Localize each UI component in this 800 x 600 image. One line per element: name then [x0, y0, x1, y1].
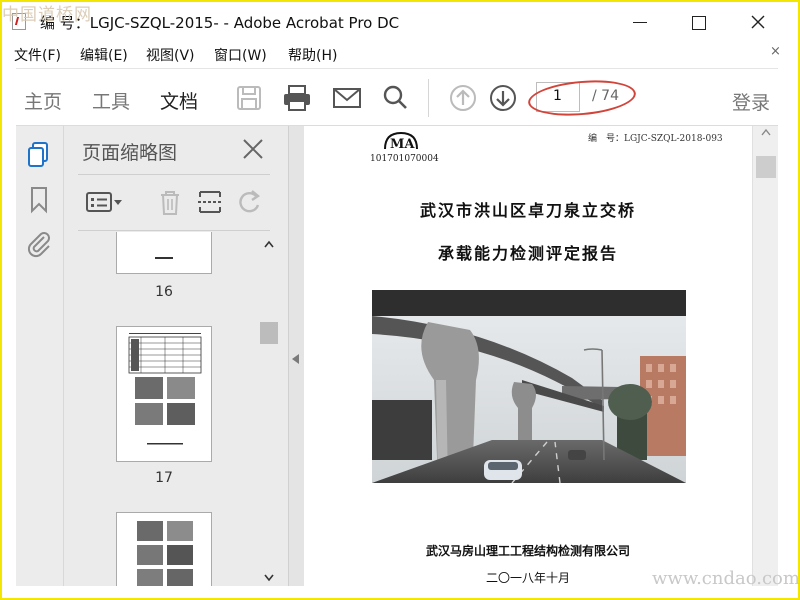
panel-splitter[interactable] — [288, 126, 304, 586]
seal-number: 101701070004 — [370, 154, 439, 164]
thumbnail-label: 17 — [155, 470, 173, 486]
panel-title: 页面缩略图 — [82, 142, 178, 164]
delete-page-icon[interactable] — [154, 186, 186, 218]
tab-home[interactable]: 主页 — [24, 87, 62, 114]
bridge-photo — [372, 290, 686, 484]
scrollbar-thumb[interactable] — [756, 156, 776, 178]
document-number: 编 号：LGJC-SZQL-2018-093 — [588, 134, 723, 144]
navigation-rail — [16, 126, 64, 586]
toolbar-separator — [428, 79, 429, 117]
main-toolbar: 主页 工具 文档 1 / 74 登录 — [16, 68, 778, 129]
maximize-button[interactable] — [682, 8, 714, 36]
document-title-line2: 承载能力检测评定报告 — [437, 244, 618, 263]
menu-edit[interactable]: 编辑(E) — [80, 45, 128, 65]
organization-name: 武汉马房山理工工程结构检测有限公司 — [425, 544, 630, 558]
rotate-page-icon[interactable] — [234, 186, 266, 218]
search-icon[interactable] — [378, 81, 412, 115]
close-icon[interactable] — [240, 136, 266, 162]
menu-file[interactable]: 文件(F) — [14, 45, 61, 65]
attachment-icon[interactable] — [24, 228, 54, 258]
thumbnail-options-icon[interactable] — [84, 186, 126, 218]
document-scrollbar[interactable] — [752, 126, 778, 586]
acrobat-window: 编 号：LGJC-SZQL-2015- - Adobe Acrobat Pro … — [2, 2, 798, 598]
window-title: 编 号：LGJC-SZQL-2015- - Adobe Acrobat Pro … — [40, 14, 400, 32]
save-icon[interactable] — [232, 81, 266, 115]
close-icon — [751, 15, 765, 29]
watermark-logo: 中国道桥网 — [2, 5, 92, 25]
thumbnail-scrollbar[interactable] — [260, 232, 278, 586]
bookmark-icon[interactable] — [24, 184, 54, 214]
menubar-close-button[interactable]: × — [770, 44, 781, 59]
collapse-arrow-icon[interactable] — [292, 354, 299, 364]
thumbnail-label: 16 — [155, 284, 173, 300]
page-down-icon[interactable] — [486, 81, 520, 115]
email-icon[interactable] — [330, 81, 364, 115]
scrollbar-thumb[interactable] — [260, 322, 278, 344]
divider — [78, 174, 270, 175]
login-button[interactable]: 登录 — [732, 88, 770, 115]
tab-document[interactable]: 文档 — [160, 87, 199, 129]
menu-help[interactable]: 帮助(H) — [288, 45, 337, 65]
extract-page-icon[interactable] — [194, 186, 226, 218]
print-icon[interactable] — [280, 81, 314, 115]
page-thumbnails-panel: 页面缩略图 16 17 — [64, 126, 288, 586]
document-title-line1: 武汉市洪山区卓刀泉立交桥 — [419, 201, 636, 220]
menu-view[interactable]: 视图(V) — [146, 45, 195, 65]
minimize-button[interactable] — [624, 8, 656, 36]
cma-seal-logo: MA — [382, 130, 420, 152]
chevron-down-icon[interactable] — [264, 572, 274, 585]
close-window-button[interactable] — [742, 8, 774, 36]
thumbnail-list: 16 17 — [64, 232, 288, 586]
thumbnail-page-17[interactable] — [116, 326, 212, 462]
document-page: MA 101701070004 编 号：LGJC-SZQL-2018-093 武… — [304, 126, 752, 586]
tab-tools[interactable]: 工具 — [92, 87, 130, 114]
chevron-up-icon[interactable] — [264, 238, 274, 251]
divider — [78, 230, 270, 231]
seal-text: MA — [390, 137, 415, 152]
thumbnail-page-18[interactable] — [116, 512, 212, 586]
title-bar: 编 号：LGJC-SZQL-2015- - Adobe Acrobat Pro … — [2, 2, 798, 40]
page-up-icon[interactable] — [446, 81, 480, 115]
watermark-url: www.cndao.com — [652, 568, 800, 589]
thumbnail-page-16[interactable] — [116, 232, 212, 274]
chevron-up-icon[interactable] — [761, 128, 771, 139]
menu-window[interactable]: 窗口(W) — [214, 45, 267, 65]
menu-bar: 文件(F) 编辑(E) 视图(V) 窗口(W) 帮助(H) × — [2, 40, 798, 68]
page-thumbnails-icon[interactable] — [24, 140, 54, 170]
